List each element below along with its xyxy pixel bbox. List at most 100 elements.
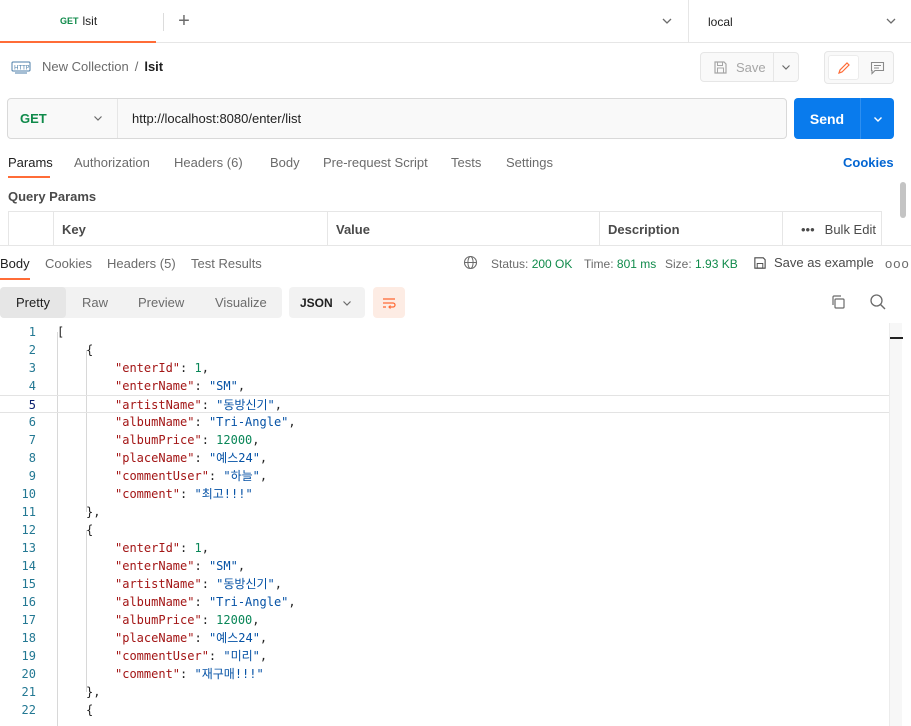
request-tab[interactable]: GET lsit	[0, 0, 156, 43]
code-text: "artistName": "동방신기",	[115, 398, 283, 412]
copy-icon[interactable]	[830, 294, 846, 313]
code-line[interactable]: 13 "enterId": 1,	[0, 539, 902, 557]
column-header-value: Value	[328, 212, 600, 246]
code-line[interactable]: 7 "albumPrice": 12000,	[0, 431, 902, 449]
globe-icon[interactable]	[463, 255, 478, 273]
documentation-mode-button[interactable]	[862, 55, 893, 80]
language-selector[interactable]: JSON	[289, 287, 365, 318]
save-button[interactable]: Save	[700, 52, 774, 82]
breadcrumb-request-name[interactable]: lsit	[144, 59, 163, 74]
edit-mode-button[interactable]	[828, 55, 859, 80]
line-number: 6	[28, 415, 36, 429]
code-line[interactable]: 17 "albumPrice": 12000,	[0, 611, 902, 629]
response-tabs: Body Cookies Headers (5) Test Results St…	[0, 246, 911, 280]
tab-headers[interactable]: Headers (6)	[174, 155, 243, 170]
tab-settings[interactable]: Settings	[506, 155, 553, 170]
format-pretty[interactable]: Pretty	[0, 287, 66, 318]
request-tabs: Params Authorization Headers (6) Body Pr…	[0, 148, 911, 178]
line-number: 12	[21, 523, 36, 537]
response-body-editor[interactable]: 1[2{3 "enterId": 1, 4 "enterName": "SM", 5 "a…	[0, 323, 902, 726]
code-line[interactable]: 11},	[0, 503, 902, 521]
response-tab-test-results[interactable]: Test Results	[191, 256, 262, 271]
editor-scrollbar[interactable]	[889, 323, 903, 726]
search-icon[interactable]	[869, 293, 887, 314]
code-text: [	[57, 325, 65, 339]
send-options-button[interactable]	[861, 98, 894, 139]
code-line[interactable]: 16 "albumName": "Tri-Angle",	[0, 593, 902, 611]
code-line[interactable]: 22 {	[0, 701, 902, 719]
code-text: "placeName": "예스24",	[115, 631, 268, 645]
code-line[interactable]: 8 "placeName": "예스24",	[0, 449, 902, 467]
format-preview[interactable]: Preview	[138, 287, 184, 318]
code-line[interactable]: 9 "commentUser": "하늘",	[0, 467, 902, 485]
code-line[interactable]: 10 "comment": "최고!!!"	[0, 485, 902, 503]
add-tab-button[interactable]: +	[175, 10, 193, 32]
format-visualize[interactable]: Visualize	[215, 287, 267, 318]
tabs-chevron-down-icon[interactable]	[660, 14, 674, 31]
save-options-button[interactable]	[774, 52, 799, 82]
code-line[interactable]: 14 "enterName": "SM",	[0, 557, 902, 575]
breadcrumb-separator: /	[134, 59, 139, 74]
response-time[interactable]: Time: 801 ms	[584, 257, 656, 271]
language-label: JSON	[300, 295, 333, 310]
breadcrumb-collection[interactable]: New Collection	[42, 59, 129, 74]
save-as-example-button[interactable]: Save as example	[753, 255, 874, 270]
response-tab-body[interactable]: Body	[0, 256, 30, 271]
method-selector[interactable]: GET	[8, 99, 118, 138]
bulk-edit-button[interactable]: ••• Bulk Edit	[791, 212, 876, 246]
wrap-lines-icon	[383, 297, 396, 309]
line-number: 5	[28, 398, 36, 412]
code-line[interactable]: 4 "enterName": "SM",	[0, 377, 902, 395]
tab-params[interactable]: Params	[8, 155, 53, 170]
response-tab-cookies[interactable]: Cookies	[45, 256, 92, 271]
svg-text:HTTP: HTTP	[14, 65, 30, 72]
cookies-link[interactable]: Cookies	[843, 155, 894, 170]
code-text: {	[86, 343, 94, 357]
send-button[interactable]: Send	[794, 98, 860, 139]
environment-selector[interactable]: local	[688, 0, 911, 43]
code-text: "enterName": "SM",	[115, 559, 246, 573]
code-line[interactable]: 6 "albumName": "Tri-Angle",	[0, 413, 902, 431]
code-line[interactable]: 20 "comment": "재구매!!!"	[0, 665, 902, 683]
line-number: 18	[21, 631, 36, 645]
code-line[interactable]: 19 "commentUser": "미리",	[0, 647, 902, 665]
code-line[interactable]: 12 {	[0, 521, 902, 539]
save-icon	[754, 256, 766, 269]
wrap-lines-button[interactable]	[373, 287, 405, 318]
code-line[interactable]: 1[	[0, 323, 902, 341]
code-line[interactable]: 3 "enterId": 1,	[0, 359, 902, 377]
code-text: "commentUser": "미리",	[115, 649, 268, 663]
tab-tests[interactable]: Tests	[451, 155, 481, 170]
tab-method-label: GET	[60, 15, 79, 26]
code-line[interactable]: 18 "placeName": "예스24",	[0, 629, 902, 647]
send-button-group: Send	[794, 98, 894, 139]
line-number: 2	[28, 343, 36, 357]
tab-body[interactable]: Body	[270, 155, 300, 170]
more-options-icon[interactable]: •••	[801, 222, 815, 237]
line-number: 1	[28, 325, 36, 339]
response-status[interactable]: Status: 200 OK	[491, 257, 572, 271]
code-text: "albumName": "Tri-Angle",	[115, 415, 296, 429]
query-params-title: Query Params	[8, 189, 97, 204]
request-pane-scrollbar[interactable]	[900, 182, 906, 218]
response-format-tabs: Pretty Raw Preview Visualize	[0, 287, 282, 318]
line-number: 14	[21, 559, 36, 573]
code-line[interactable]: 21},	[0, 683, 902, 701]
code-text: "comment": "최고!!!"	[115, 487, 253, 501]
line-number: 15	[21, 577, 36, 591]
response-headers-count: (5)	[159, 256, 176, 271]
tab-name-label: lsit	[82, 13, 98, 28]
tab-authorization[interactable]: Authorization	[74, 155, 150, 170]
code-text: "albumPrice": 12000,	[115, 433, 260, 447]
code-line[interactable]: 5 "artistName": "동방신기",	[0, 395, 902, 413]
status-label: Status:	[491, 257, 529, 271]
url-input[interactable]: http://localhost:8080/enter/list	[132, 111, 301, 126]
tab-prerequest-script[interactable]: Pre-request Script	[323, 155, 428, 170]
scrollbar-thumb[interactable]	[890, 337, 903, 339]
response-size[interactable]: Size: 1.93 KB	[665, 257, 738, 271]
response-more-icon[interactable]: ooo	[885, 256, 910, 271]
format-raw[interactable]: Raw	[82, 287, 108, 318]
response-tab-headers[interactable]: Headers (5)	[107, 256, 176, 271]
code-line[interactable]: 2{	[0, 341, 902, 359]
code-line[interactable]: 15 "artistName": "동방신기",	[0, 575, 902, 593]
